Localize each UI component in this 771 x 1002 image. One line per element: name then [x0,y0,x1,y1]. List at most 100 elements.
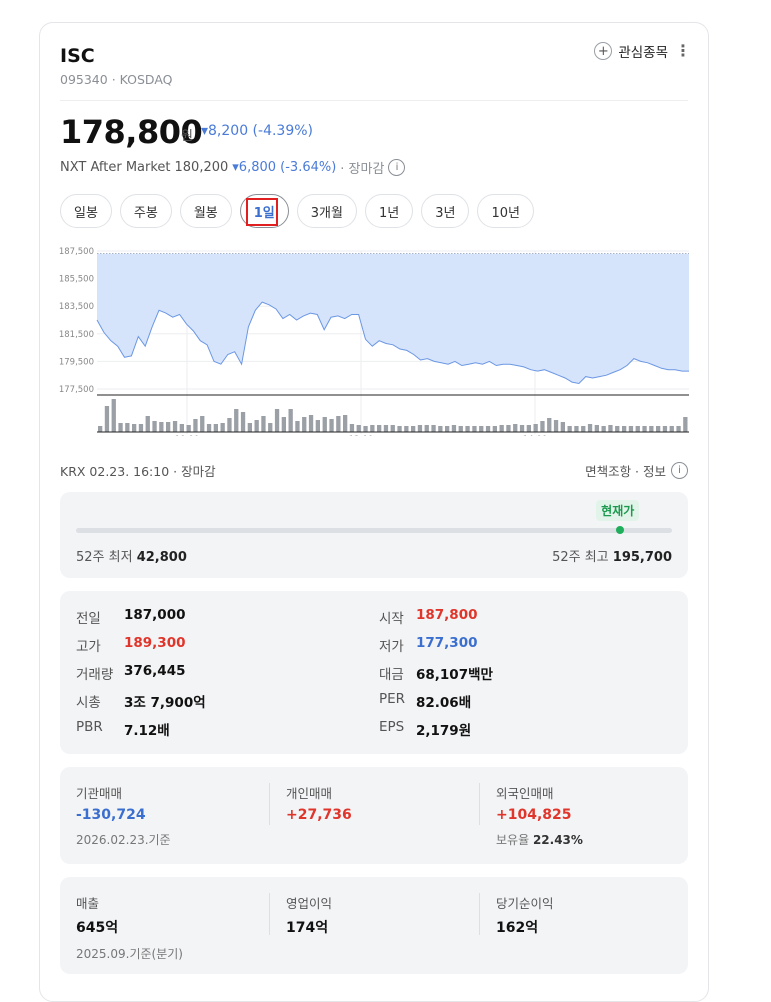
volume-bar [567,426,572,432]
stat-row: 대금 68,107백만 [379,663,669,685]
volume-bar [540,421,545,432]
stat-label: 거래량 [76,667,114,683]
volume-bar [315,420,320,432]
volume-bar [519,425,525,432]
volume-bar [254,420,259,432]
net-label: 당기순이익 [496,896,554,911]
disclaimer-label: 면책조항 · 정보 [585,464,666,479]
volume-bar [268,423,273,432]
volume-bar [479,426,484,432]
tab-10year[interactable]: 10년 [477,194,534,228]
tab-3month[interactable]: 3개월 [296,194,357,228]
more-menu-icon[interactable]: ⋮ [675,41,691,60]
volume-bar [336,416,341,432]
volume-bar [451,425,457,432]
op-label: 영업이익 [286,896,333,911]
individual-value: +27,736 [286,807,352,823]
nxt-label: NXT After Market [60,160,171,175]
volume-bar [220,423,225,432]
volume-bar [370,425,375,432]
stat-value: 189,300 [124,635,186,651]
holding-ratio: 보유율 22.43% [496,831,583,848]
financials-date: 2025.09.기준(분기) [76,947,183,961]
x-tick-label: 12:00 [349,435,374,436]
info-icon: i [671,462,688,479]
volume-bar [118,423,123,432]
volume-bar [383,425,389,432]
y-tick-label: 177,500 [59,385,94,395]
volume-bar [138,424,144,432]
volume-bar [213,424,218,432]
volume-bar [656,426,661,432]
separator [479,783,480,825]
volume-bar [397,426,402,432]
range-track [76,528,672,533]
net-value: 162억 [496,920,539,936]
stat-label: 전일 [76,611,101,627]
volume-bar [553,420,559,432]
nxt-after-market: NXT After Market 180,200 ▾6,800 (-3.64%)… [60,158,406,177]
volume-bar [179,424,184,432]
volume-bar [635,426,640,432]
volume-bar [206,424,212,432]
volume-bar [601,426,606,432]
stat-label: 시작 [379,611,404,627]
tab-1year[interactable]: 1년 [364,194,414,228]
sales-value: 645억 [76,920,119,936]
week52-low-value: 42,800 [136,550,187,565]
volume-bar [343,415,348,432]
volume-bar [465,426,470,432]
stat-label: 시총 [76,695,101,711]
volume-bar [227,418,232,432]
volume-bar [642,426,647,432]
volume-bar [329,419,334,432]
stat-value: 2,179원 [416,723,472,739]
volume-bar [377,425,382,432]
volume-bar [669,426,674,432]
sales: 매출 645억 2025.09.기준(분기) [76,893,183,962]
tab-weekly[interactable]: 주봉 [119,194,172,228]
favorite-label: 관심종목 [618,45,668,61]
favorite-button[interactable]: + 관심종목 [594,41,668,61]
volume-bar [322,417,327,432]
stock-name: ISC [60,45,95,67]
stat-row: 거래량 376,445 [76,663,366,685]
week52-range-panel: 현재가 52주 최저 42,800 52주 최고 195,700 [60,492,688,578]
tab-1day[interactable]: 1일 [239,194,289,228]
volume-bar [288,409,293,432]
period-tabs: 일봉 주봉 월봉 1일 3개월 1년 3년 10년 [60,194,534,228]
stat-label: PER [379,691,406,707]
disclaimer-link[interactable]: 면책조항 · 정보 i [585,461,688,480]
info-icon[interactable]: i [388,159,406,176]
institution-value: -130,724 [76,807,146,823]
y-tick-label: 185,500 [59,275,94,285]
net-income: 당기순이익 162억 [496,893,554,937]
volume-bar [485,426,491,432]
intraday-chart[interactable]: 187,500 185,500 183,500 181,500 179,500 177,5… [40,241,708,436]
trading-panel: 기관매매 -130,724 2026.02.23.기준 개인매매 +27,736… [60,767,688,864]
volume-bar [281,417,286,432]
nxt-price: 180,200 [174,160,229,175]
tab-daily[interactable]: 일봉 [60,194,112,228]
price-unit: 원 [181,129,193,144]
volume-bar [472,426,477,432]
stat-row: 고가 189,300 [76,635,366,657]
separator [269,893,270,935]
price-change: ▾8,200 (-4.39%) [201,123,314,139]
current-price-tag: 현재가 [596,500,640,521]
volume-bar [145,416,150,432]
stat-row: PBR 7.12배 [76,719,366,741]
tab-3year[interactable]: 3년 [421,194,470,228]
volume-bar [676,426,681,432]
tab-monthly[interactable]: 월봉 [179,194,232,228]
stats-panel: 전일 187,000 고가 189,300 거래량 376,445 시총 3조 7,900억 P… [60,591,688,754]
volume-bar [125,423,130,432]
volume-bar [234,409,239,432]
volume-bar [445,426,450,432]
volume-bar [533,424,538,432]
stat-row: 시작 187,800 [379,607,669,629]
chart-source: KRX 02.23. 16:10 · 장마감 [60,464,216,479]
volume-bar [506,425,511,432]
institution-label: 기관매매 [76,786,123,801]
nxt-status: · 장마감 [340,162,385,177]
